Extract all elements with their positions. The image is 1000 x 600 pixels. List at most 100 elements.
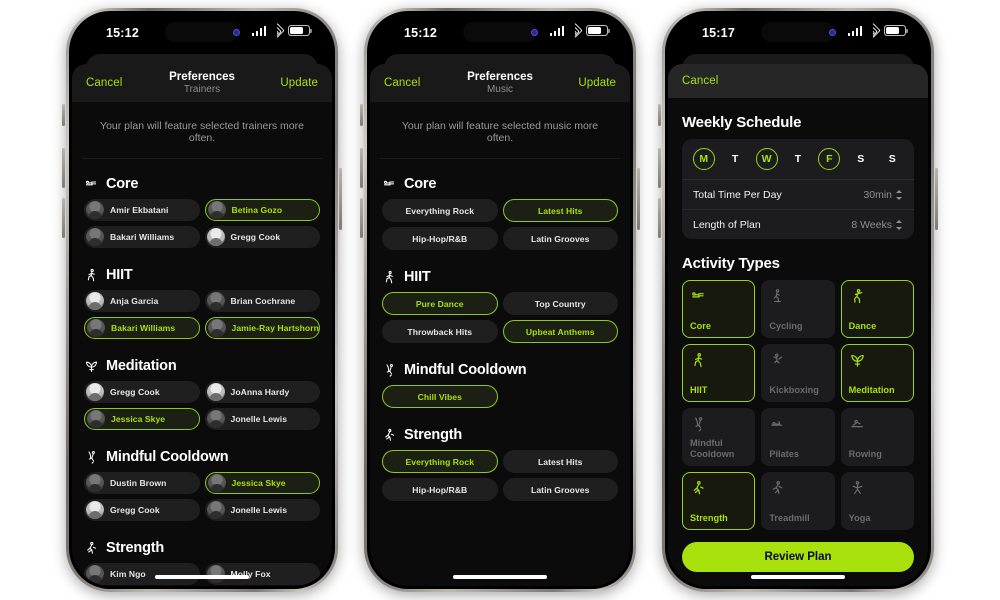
- cooldown-icon: [84, 450, 99, 465]
- chip-label: Dustin Brown: [110, 478, 167, 488]
- trainer-chip[interactable]: Jamie-Ray Hartshorne: [204, 317, 320, 339]
- trainer-chip[interactable]: Jessica Skye: [204, 472, 320, 494]
- activity-tile[interactable]: Pilates: [761, 408, 835, 466]
- music-option-chip[interactable]: Latest Hits: [502, 199, 618, 222]
- avatar: [86, 228, 104, 246]
- trainer-chip[interactable]: Gregg Cook: [84, 499, 200, 521]
- day-toggle[interactable]: S: [881, 148, 903, 170]
- cooldown-icon: [690, 416, 707, 433]
- trainer-chip[interactable]: Jessica Skye: [84, 408, 200, 430]
- day-toggle[interactable]: T: [724, 148, 746, 170]
- review-plan-button[interactable]: Review Plan: [682, 542, 914, 572]
- options-grid: Anja Garcia Brian Cochrane Bakari Willia…: [72, 290, 332, 339]
- activity-tile[interactable]: Strength: [682, 472, 756, 530]
- music-option-chip[interactable]: Throwback Hits: [382, 320, 498, 343]
- day-toggle[interactable]: S: [850, 148, 872, 170]
- trainer-chip[interactable]: Betina Gozo: [204, 199, 320, 221]
- sheet-scroll-area[interactable]: Your plan will feature selected music mo…: [370, 102, 630, 586]
- trainer-chip[interactable]: Jonelle Lewis: [204, 499, 320, 521]
- yoga-icon: [849, 480, 866, 497]
- trainer-chip[interactable]: Anja Garcia: [84, 290, 200, 312]
- settings-row[interactable]: Length of Plan 8 Weeks: [682, 209, 914, 239]
- cancel-button[interactable]: Cancel: [384, 77, 420, 89]
- activity-tile[interactable]: Mindful Cooldown: [682, 408, 756, 466]
- options-grid: Pure Dance Top Country Throwback Hits Up…: [370, 292, 630, 343]
- trainer-chip[interactable]: Bakari Williams: [84, 317, 200, 339]
- trainer-chip[interactable]: Amir Ekbatani: [84, 199, 200, 221]
- row-value-group[interactable]: 8 Weeks: [851, 219, 903, 231]
- activity-label: Rowing: [848, 448, 882, 459]
- section-core: Core Amir Ekbatani Betina Gozo Bakari Wi…: [72, 159, 332, 250]
- trainer-chip[interactable]: Gregg Cook: [84, 381, 200, 403]
- sheet-navbar: Cancel: [668, 64, 928, 98]
- chip-label: Jessica Skye: [111, 414, 166, 424]
- stepper-chevrons-icon[interactable]: [896, 189, 903, 200]
- section-hiit: HIIT Pure Dance Top Country Throwback Hi…: [370, 252, 630, 345]
- row-value-group[interactable]: 30min: [863, 189, 903, 201]
- activity-tile[interactable]: Yoga: [840, 472, 914, 530]
- chip-label: Chill Vibes: [417, 391, 462, 402]
- activity-tile[interactable]: Rowing: [840, 408, 914, 466]
- section-header: HIIT: [72, 258, 332, 290]
- update-button[interactable]: Update: [578, 77, 616, 89]
- phone-schedule: 15:17 Cancel Weekly Schedule MTWTFSS Tot…: [658, 8, 938, 592]
- activity-types-heading: Activity Types: [682, 255, 780, 272]
- row-label: Length of Plan: [693, 218, 761, 231]
- avatar: [86, 565, 104, 583]
- music-option-chip[interactable]: Upbeat Anthems: [502, 320, 618, 343]
- cancel-button[interactable]: Cancel: [682, 75, 718, 87]
- chip-label: Jamie-Ray Hartshorne: [231, 323, 320, 333]
- activity-tile[interactable]: Treadmill: [761, 472, 835, 530]
- stepper-chevrons-icon[interactable]: [896, 219, 903, 230]
- trainer-chip[interactable]: JoAnna Hardy: [204, 381, 320, 403]
- music-option-chip[interactable]: Latin Grooves: [502, 227, 618, 250]
- settings-row[interactable]: Total Time Per Day 30min: [682, 179, 914, 209]
- sheet-scroll-area[interactable]: Your plan will feature selected trainers…: [72, 102, 332, 586]
- chip-label: Kim Ngo: [110, 569, 146, 579]
- update-button[interactable]: Update: [280, 77, 318, 89]
- activity-label: Mindful Cooldown: [690, 438, 735, 459]
- cellular-signal-icon: [549, 25, 564, 36]
- day-toggle[interactable]: M: [692, 148, 715, 170]
- music-option-chip[interactable]: Everything Rock: [382, 450, 498, 473]
- music-option-chip[interactable]: Hip-Hop/R&B: [382, 478, 498, 501]
- cancel-button[interactable]: Cancel: [86, 77, 122, 89]
- dynamic-island: [165, 22, 239, 42]
- chip-label: Gregg Cook: [110, 387, 160, 397]
- trainer-chip[interactable]: Brian Cochrane: [204, 290, 320, 312]
- music-option-chip[interactable]: Pure Dance: [382, 292, 498, 315]
- activity-tile[interactable]: HIIT: [682, 344, 756, 402]
- activity-tile[interactable]: Dance: [840, 280, 914, 338]
- trainer-chip[interactable]: Dustin Brown: [84, 472, 200, 494]
- music-option-chip[interactable]: Hip-Hop/R&B: [382, 227, 498, 250]
- trainer-chip[interactable]: Gregg Cook: [204, 226, 320, 248]
- activity-tile[interactable]: Cycling: [761, 280, 835, 338]
- section-title: Meditation: [106, 358, 177, 374]
- avatar: [206, 228, 225, 246]
- music-option-chip[interactable]: Top Country: [502, 292, 618, 315]
- strength-icon: [690, 480, 707, 497]
- music-option-chip[interactable]: Chill Vibes: [382, 385, 498, 408]
- activity-tile[interactable]: Meditation: [840, 344, 914, 402]
- trainer-chip[interactable]: Bakari Williams: [84, 226, 200, 248]
- trainer-chip[interactable]: Molly Fox: [204, 563, 320, 585]
- activity-tile[interactable]: Core: [682, 280, 756, 338]
- chip-label: Latest Hits: [538, 205, 583, 216]
- options-grid: Gregg Cook JoAnna Hardy Jessica Skye Jon…: [72, 381, 332, 430]
- music-option-chip[interactable]: Everything Rock: [382, 199, 498, 222]
- trainer-chip[interactable]: Jonelle Lewis: [204, 408, 320, 430]
- section-core: Core Everything Rock Latest Hits Hip-Hop…: [370, 159, 630, 252]
- section-title: Mindful Cooldown: [106, 449, 229, 465]
- day-toggle[interactable]: F: [818, 148, 841, 170]
- day-toggle[interactable]: T: [787, 148, 809, 170]
- cellular-signal-icon: [847, 25, 862, 36]
- music-option-chip[interactable]: Latin Grooves: [502, 478, 618, 501]
- battery-icon: [288, 25, 312, 36]
- trainer-chip[interactable]: Kim Ngo: [84, 563, 200, 585]
- chip-label: Jessica Skye: [231, 478, 286, 488]
- music-option-chip[interactable]: Latest Hits: [502, 450, 618, 473]
- strength-icon: [382, 428, 397, 443]
- activity-tile[interactable]: Kickboxing: [761, 344, 835, 402]
- avatar: [206, 383, 225, 401]
- day-toggle[interactable]: W: [755, 148, 778, 170]
